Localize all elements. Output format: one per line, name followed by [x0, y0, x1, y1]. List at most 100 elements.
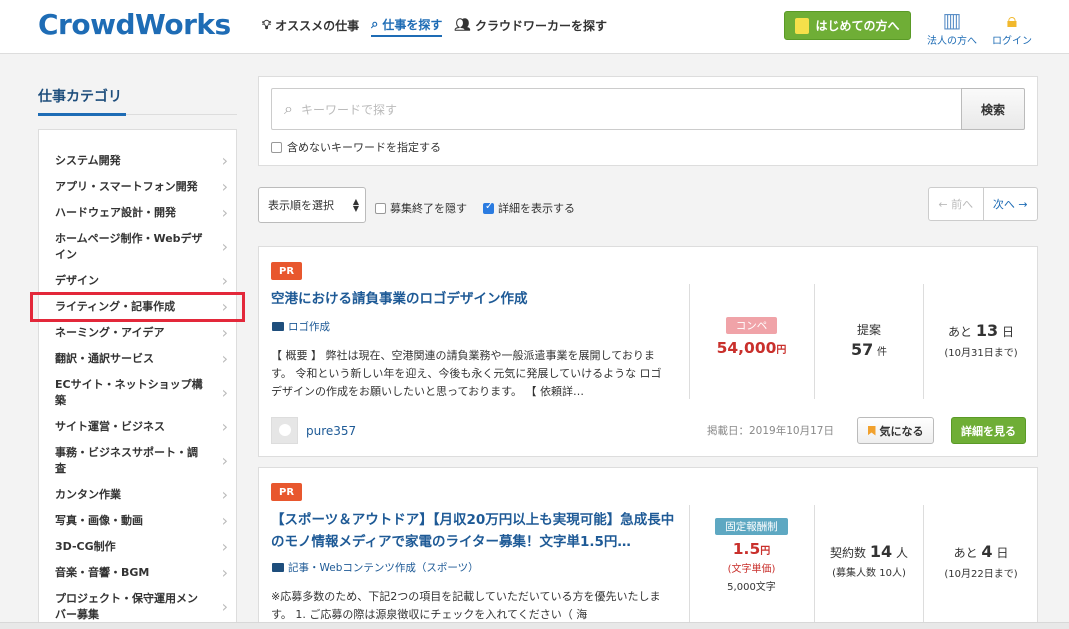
corporate-link-label: 法人の方へ	[927, 36, 977, 47]
client-user[interactable]: pure357	[271, 417, 356, 444]
exclude-keyword-option[interactable]: 含めないキーワードを指定する	[271, 139, 441, 155]
beginner-mark-icon	[795, 17, 810, 34]
job-category-label: ロゴ作成	[288, 321, 330, 333]
search-placeholder: キーワードで探す	[300, 102, 397, 117]
days-left-count: 13	[975, 321, 999, 340]
show-detail-checkbox[interactable]	[483, 201, 494, 214]
login-link-label: ログイン	[992, 36, 1032, 47]
pr-badge: PR	[271, 483, 302, 501]
view-details-button[interactable]: 詳細を見る	[951, 417, 1026, 444]
price-column: 固定報酬制 1.5円 (文字単価) 5,000文字	[690, 518, 813, 593]
favorite-button[interactable]: 気になる	[857, 417, 934, 444]
days-left-count: 4	[981, 542, 993, 561]
sidebar-item-music[interactable]: 音楽・音響・BGM	[39, 560, 236, 586]
users-icon: 👥︎	[454, 18, 471, 33]
sidebar-item-easy-tasks[interactable]: カンタン作業	[39, 482, 236, 508]
select-arrows-icon: ▲ ▼	[352, 197, 359, 213]
site-header: CrowdWorks 💡︎ オススメの仕事 ⌕ 仕事を探す 👥︎ クラウドワーカ…	[0, 0, 1069, 54]
login-link[interactable]: 🔒︎ ログイン	[990, 8, 1034, 47]
sidebar-item-3dcg[interactable]: 3D-CG制作	[39, 534, 236, 560]
job-category[interactable]: 記事・Webコンテンツ作成（スポーツ）	[272, 560, 479, 575]
proposals-unit: 件	[877, 347, 888, 358]
category-heading: 仕事カテゴリ	[38, 86, 237, 116]
window-bottom-edge	[0, 622, 1069, 629]
pr-badge: PR	[271, 262, 302, 280]
sidebar-item-writing[interactable]: ライティング・記事作成	[30, 292, 245, 322]
sidebar-item-photo[interactable]: 写真・画像・動画	[39, 508, 236, 534]
sidebar-item-site-ops[interactable]: サイト運営・ビジネス	[39, 414, 236, 440]
lightbulb-icon: 💡︎	[262, 18, 272, 33]
job-category-label: 記事・Webコンテンツ作成（スポーツ）	[288, 562, 479, 574]
fixed-price-badge: 固定報酬制	[715, 518, 788, 535]
avatar	[271, 417, 298, 444]
contest-badge: コンペ	[725, 317, 778, 334]
pagination: ← 前へ 次へ →	[928, 187, 1038, 221]
beginner-button-label: はじめての方へ	[815, 19, 900, 33]
days-left-unit: 日	[996, 546, 1009, 560]
prev-page-button[interactable]: ← 前へ	[929, 188, 984, 220]
corporate-link[interactable]: ▥ 法人の方へ	[926, 8, 978, 47]
logo[interactable]: CrowdWorks	[38, 8, 231, 41]
contracts-label: 契約数	[830, 546, 867, 560]
sidebar-item-ec[interactable]: ECサイト・ネットショップ構築	[39, 372, 236, 414]
client-username: pure357	[306, 423, 357, 438]
posted-date: 掲載日：2019年10月17日	[707, 425, 834, 437]
show-detail-option[interactable]: 詳細を表示する	[483, 200, 575, 216]
days-left-prefix: あと	[948, 325, 973, 339]
search-button[interactable]: 検索	[961, 88, 1025, 130]
days-left-prefix: あと	[953, 546, 978, 560]
nav-find-jobs[interactable]: ⌕ 仕事を探す	[371, 16, 443, 37]
exclude-keyword-checkbox[interactable]	[271, 141, 282, 153]
sidebar-item-design[interactable]: デザイン	[39, 268, 236, 294]
search-input[interactable]: ⌕ キーワードで探す	[271, 88, 962, 130]
job-description: 【 概要 】 弊社は現在、空港関連の請負業務や一般派遣事業を展開しております。 …	[271, 349, 662, 398]
deadline-date: (10月31日まで)	[944, 348, 1018, 359]
sort-select[interactable]: 表示順を選択 ▲ ▼	[258, 187, 366, 223]
job-price-unit: 円	[760, 546, 771, 557]
exclude-keyword-label: 含めないキーワードを指定する	[287, 141, 441, 154]
hide-closed-label: 募集終了を隠す	[390, 202, 467, 215]
building-icon: ▥	[942, 8, 962, 32]
job-title[interactable]: 空港における請負事業のロゴデザイン作成	[271, 288, 681, 310]
sidebar-item-web[interactable]: ホームページ制作・Webデザイン	[39, 226, 236, 268]
show-detail-label: 詳細を表示する	[498, 202, 575, 215]
nav-recommended[interactable]: 💡︎ オススメの仕事	[262, 16, 359, 37]
lock-icon: 🔒︎	[1006, 8, 1018, 32]
sidebar-item-naming[interactable]: ネーミング・アイデア	[39, 320, 236, 346]
price-column: コンペ 54,000円	[690, 317, 813, 357]
sidebar-item-translation[interactable]: 翻訳・通訳サービス	[39, 346, 236, 372]
beginner-button[interactable]: はじめての方へ	[784, 11, 911, 40]
search-icon: ⌕	[284, 99, 293, 118]
deadline-column: あと 4 日 (10月22日まで)	[924, 542, 1038, 580]
deadline-date: (10月22日まで)	[944, 569, 1018, 580]
hide-closed-checkbox[interactable]	[375, 202, 386, 214]
sort-select-value: 表示順を選択	[268, 199, 334, 212]
proposals-count: 57	[850, 340, 874, 359]
sidebar-item-hardware[interactable]: ハードウェア設計・開発	[39, 200, 236, 226]
nav-recommended-label: オススメの仕事	[275, 19, 360, 33]
price-note: (文字単価)	[727, 564, 776, 575]
search-icon: ⌕	[371, 17, 379, 32]
job-title[interactable]: 【スポーツ＆アウトドア】【月収20万円以上も実現可能】急成長中のモノ情報メディア…	[271, 509, 681, 553]
contracts-column: 契約数 14 人 (募集人数 10人)	[815, 542, 923, 579]
job-price: 1.5円	[690, 540, 813, 558]
sidebar-item-app[interactable]: アプリ・スマートフォン開発	[39, 174, 236, 200]
job-price: 54,000円	[690, 339, 813, 357]
job-card: PR 空港における請負事業のロゴデザイン作成 ロゴ作成 【 概要 】 弊社は現在…	[258, 246, 1038, 457]
job-price-value: 54,000	[716, 339, 777, 357]
search-panel: ⌕ キーワードで探す 検索 含めないキーワードを指定する	[258, 76, 1038, 166]
hide-closed-option[interactable]: 募集終了を隠す	[375, 200, 467, 216]
main-nav: 💡︎ オススメの仕事 ⌕ 仕事を探す 👥︎ クラウドワーカーを探す	[262, 16, 607, 37]
sidebar-item-office[interactable]: 事務・ビジネスサポート・調査	[39, 440, 236, 482]
contracts-count: 14	[869, 542, 893, 561]
bookmark-icon	[867, 425, 876, 436]
nav-find-workers-label: クラウドワーカーを探す	[474, 19, 607, 33]
character-count: 5,000文字	[727, 582, 776, 593]
nav-find-workers[interactable]: 👥︎ クラウドワーカーを探す	[454, 16, 607, 37]
proposals-label: 提案	[856, 323, 881, 337]
job-category[interactable]: ロゴ作成	[272, 319, 330, 334]
sidebar-item-system[interactable]: システム開発	[39, 148, 236, 174]
next-page-button[interactable]: 次へ →	[984, 188, 1038, 220]
proposals-column: 提案 57 件	[815, 321, 923, 359]
user-silhouette-icon	[278, 424, 291, 436]
